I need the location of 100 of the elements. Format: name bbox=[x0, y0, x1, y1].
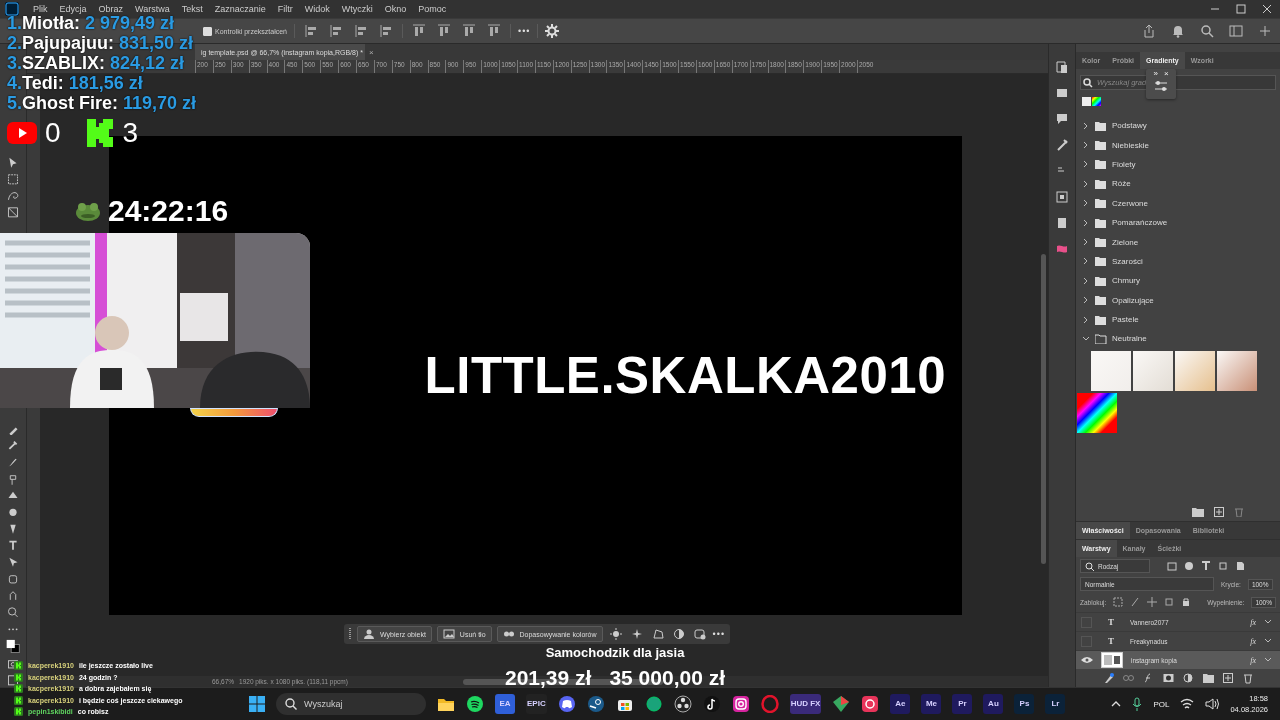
settings-icon[interactable] bbox=[545, 24, 560, 38]
more-button[interactable]: ••• bbox=[518, 26, 531, 36]
chevron-right-icon[interactable] bbox=[1082, 199, 1090, 208]
new-folder-icon[interactable] bbox=[1192, 507, 1204, 517]
more-button[interactable]: ••• bbox=[712, 629, 726, 639]
folder-name[interactable]: Chmury bbox=[1112, 276, 1140, 286]
menu-item[interactable]: Widok bbox=[298, 4, 336, 14]
menu-item[interactable]: Plik bbox=[27, 4, 54, 14]
caret-icon[interactable] bbox=[1264, 619, 1272, 625]
tool-icon[interactable] bbox=[6, 539, 20, 552]
tool-icon[interactable] bbox=[6, 657, 20, 671]
game-store-icon[interactable] bbox=[586, 695, 605, 713]
folder-name[interactable]: Róże bbox=[1112, 179, 1131, 189]
tool-icon[interactable] bbox=[6, 572, 20, 586]
close-button[interactable]: × bbox=[1163, 69, 1169, 78]
align-icon[interactable] bbox=[412, 24, 426, 38]
caret-icon[interactable] bbox=[1264, 657, 1272, 663]
layer-action-icon[interactable] bbox=[1222, 672, 1234, 684]
app-icon[interactable]: Ae bbox=[890, 694, 911, 714]
align-icon[interactable] bbox=[462, 24, 476, 38]
app-icon[interactable]: Ps bbox=[1014, 694, 1035, 714]
menu-item[interactable]: Warstwa bbox=[129, 4, 176, 14]
tool-icon[interactable] bbox=[693, 628, 706, 640]
layer-action-icon[interactable] bbox=[1242, 672, 1254, 684]
microphone-icon[interactable] bbox=[1132, 697, 1143, 711]
menu-item[interactable]: Filtr bbox=[271, 4, 299, 14]
app-icon[interactable]: Lr bbox=[1045, 694, 1066, 714]
chevron-right-icon[interactable] bbox=[1082, 276, 1090, 285]
swatch[interactable] bbox=[1082, 97, 1091, 106]
app-icon[interactable]: HUD FX bbox=[789, 694, 822, 714]
align-icon[interactable] bbox=[487, 24, 501, 38]
caret-icon[interactable] bbox=[1264, 638, 1272, 644]
wifi-icon[interactable] bbox=[1180, 698, 1195, 710]
lock-icon[interactable] bbox=[1164, 597, 1175, 607]
scrollbar[interactable] bbox=[1041, 254, 1046, 564]
app-icon[interactable]: Pr bbox=[952, 694, 973, 714]
app-icon[interactable]: EA bbox=[495, 694, 515, 714]
tool-icon[interactable] bbox=[6, 674, 20, 687]
gradient-swatch[interactable] bbox=[1077, 392, 1117, 433]
search-icon[interactable] bbox=[1200, 24, 1214, 38]
folder-name[interactable]: Neutralne bbox=[1112, 334, 1147, 344]
chevron-right-icon[interactable] bbox=[1082, 121, 1090, 130]
layer-action-icon[interactable] bbox=[1202, 672, 1214, 684]
music-icon[interactable] bbox=[466, 695, 484, 713]
color-swatches-icon[interactable] bbox=[5, 639, 21, 654]
start-icon[interactable] bbox=[249, 696, 265, 712]
folder-name[interactable]: Pastele bbox=[1112, 315, 1139, 325]
browser-icon[interactable] bbox=[760, 695, 779, 713]
tool-icon[interactable] bbox=[6, 172, 20, 186]
folder-name[interactable]: Czerwone bbox=[1112, 198, 1148, 208]
swatch[interactable] bbox=[1092, 97, 1101, 106]
align-icon[interactable] bbox=[379, 24, 393, 38]
recorder-icon[interactable] bbox=[673, 695, 692, 713]
menu-item[interactable]: Tekst bbox=[175, 4, 209, 14]
chevron-down-icon[interactable] bbox=[1082, 335, 1090, 343]
menu-item[interactable]: Edycja bbox=[53, 4, 93, 14]
cloud-app-icon[interactable] bbox=[861, 695, 880, 713]
new-item-icon[interactable] bbox=[1214, 507, 1224, 517]
folder-name[interactable]: Zielone bbox=[1112, 237, 1139, 247]
tool-icon[interactable] bbox=[6, 189, 20, 202]
app-icon[interactable]: Me bbox=[921, 694, 942, 714]
layer-action-icon[interactable] bbox=[1162, 672, 1174, 684]
align-icon[interactable] bbox=[354, 24, 368, 38]
menu-item[interactable]: Pomoc bbox=[412, 4, 453, 14]
filter-icon[interactable] bbox=[1201, 561, 1211, 571]
align-icon[interactable] bbox=[304, 24, 318, 38]
volume-icon[interactable] bbox=[1205, 698, 1220, 710]
checkbox[interactable] bbox=[203, 26, 212, 36]
tool-icon[interactable] bbox=[6, 605, 20, 619]
menu-item[interactable]: Zaznaczanie bbox=[208, 4, 272, 14]
sliders-icon[interactable] bbox=[1154, 80, 1168, 92]
chevron-right-icon[interactable] bbox=[1082, 160, 1090, 169]
chevron-right-icon[interactable] bbox=[1082, 141, 1090, 150]
folder-name[interactable]: Fiolety bbox=[1112, 159, 1136, 169]
collapse-button[interactable]: » bbox=[1153, 69, 1158, 78]
gradient-swatch[interactable] bbox=[1217, 350, 1257, 391]
gradient-swatch[interactable] bbox=[1175, 350, 1215, 391]
language-indicator[interactable]: POL bbox=[1153, 699, 1170, 709]
maximize-icon[interactable] bbox=[1236, 4, 1246, 14]
drag-handle-icon[interactable] bbox=[349, 627, 352, 641]
folder-name[interactable]: Pomarańczowe bbox=[1112, 218, 1168, 228]
eye-icon[interactable] bbox=[1081, 656, 1093, 664]
chevron-up-icon[interactable] bbox=[1111, 700, 1122, 708]
layout-icon[interactable] bbox=[1229, 24, 1243, 38]
folder-name[interactable]: Podstawy bbox=[1112, 121, 1147, 131]
align-icon[interactable] bbox=[437, 24, 451, 38]
align-icon[interactable] bbox=[329, 24, 343, 38]
tool-icon[interactable] bbox=[6, 205, 20, 219]
tool-icon[interactable] bbox=[609, 628, 622, 640]
layer-action-icon[interactable] bbox=[1102, 672, 1114, 684]
menu-item[interactable]: Okno bbox=[378, 4, 413, 14]
circle-app-icon[interactable] bbox=[644, 695, 663, 713]
app-icon[interactable]: Au bbox=[983, 694, 1004, 714]
layer-action-icon[interactable] bbox=[1182, 672, 1194, 684]
folder-name[interactable]: Szarości bbox=[1112, 256, 1143, 266]
chevron-right-icon[interactable] bbox=[1082, 257, 1090, 266]
tool-icon[interactable] bbox=[672, 628, 685, 640]
share-icon[interactable] bbox=[1142, 24, 1156, 38]
folder-name[interactable]: Niebieskie bbox=[1112, 140, 1149, 150]
chat-app-icon[interactable] bbox=[557, 695, 576, 713]
